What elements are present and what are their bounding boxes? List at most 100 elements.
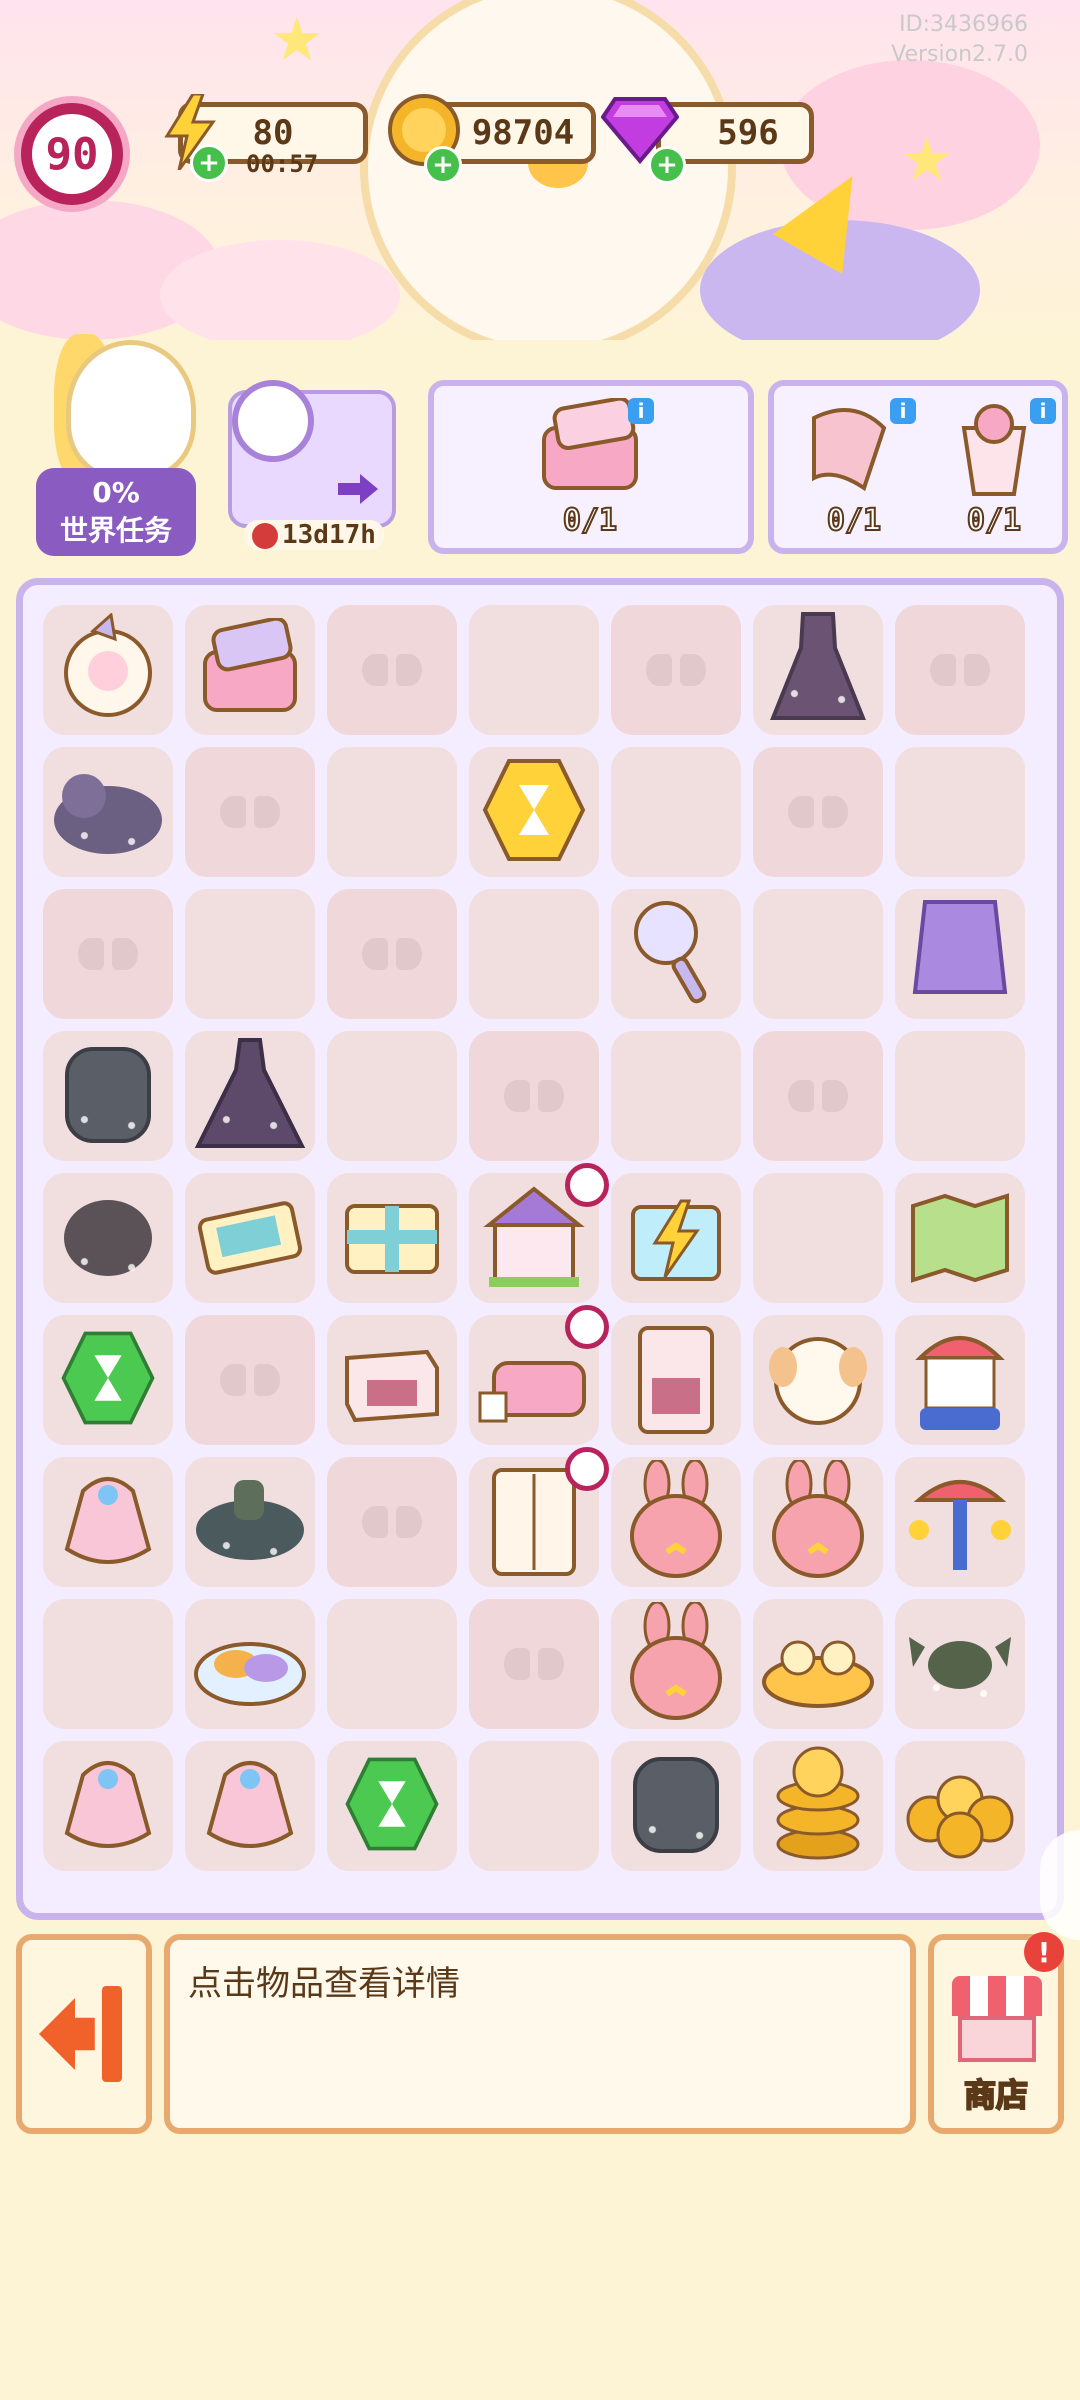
board-cell[interactable] — [185, 1599, 315, 1729]
board-cell[interactable] — [753, 1031, 883, 1161]
hourglass-gold-icon[interactable] — [479, 755, 589, 869]
shop-button[interactable]: 商店 ! — [928, 1932, 1064, 2134]
board-cell[interactable] — [753, 605, 883, 735]
coin-stack-icon[interactable] — [768, 1744, 868, 1868]
board-cell[interactable] — [753, 1741, 883, 1871]
board-cell[interactable] — [469, 1031, 599, 1161]
board-cell[interactable] — [43, 1315, 173, 1445]
board-cell[interactable] — [327, 889, 457, 1019]
exit-button[interactable] — [16, 1934, 152, 2134]
board-cell[interactable] — [753, 1173, 883, 1303]
info-icon[interactable]: i — [890, 398, 916, 424]
energy-gift-icon[interactable] — [621, 1181, 731, 1295]
board-cell[interactable] — [185, 605, 315, 735]
board-cell[interactable] — [895, 605, 1025, 735]
order-item[interactable]: i 0/1 — [530, 396, 654, 539]
board-cell[interactable] — [895, 1457, 1025, 1587]
board-cell[interactable] — [611, 1315, 741, 1445]
board-cell[interactable] — [611, 889, 741, 1019]
board-cell[interactable] — [895, 1599, 1025, 1729]
board-cell[interactable] — [611, 1599, 741, 1729]
board-cell[interactable] — [327, 747, 457, 877]
board-cell[interactable] — [327, 605, 457, 735]
board-cell[interactable] — [469, 1741, 599, 1871]
board-cell[interactable] — [611, 605, 741, 735]
board-cell[interactable] — [185, 1031, 315, 1161]
board-cell[interactable] — [469, 1163, 609, 1303]
swing-ride-icon[interactable] — [905, 1460, 1015, 1584]
board-cell[interactable] — [43, 605, 173, 735]
event-park-button[interactable]: 13d17h — [218, 370, 396, 550]
board-cell[interactable] — [185, 1741, 315, 1871]
order-card[interactable]: i 0/1 i 0/1 — [768, 380, 1068, 554]
info-icon[interactable]: i — [1030, 398, 1056, 424]
ticket-icon[interactable] — [195, 1191, 305, 1285]
order-item[interactable]: i 0/1 — [794, 398, 916, 539]
world-task-button[interactable]: 0% 世界任务 — [36, 334, 196, 556]
board-cell[interactable] — [753, 1457, 883, 1587]
cabinet-icon[interactable] — [626, 1318, 726, 1442]
hand-mirror-icon[interactable] — [626, 897, 726, 1011]
board-cell[interactable] — [611, 1457, 741, 1587]
map-icon[interactable] — [905, 1186, 1015, 1290]
carousel-icon[interactable] — [910, 1318, 1010, 1442]
board-cell[interactable] — [753, 747, 883, 877]
board-cell[interactable] — [185, 1315, 315, 1445]
puppy-plush-icon[interactable] — [763, 1323, 873, 1437]
board-cell[interactable] — [469, 747, 599, 877]
board-cell[interactable] — [753, 1599, 883, 1729]
board-cell[interactable] — [895, 889, 1025, 1019]
board-cell[interactable] — [43, 747, 173, 877]
board-cell[interactable] — [469, 605, 599, 735]
add-energy-button[interactable]: + — [190, 144, 228, 182]
hourglass-green-icon[interactable] — [58, 1328, 158, 1432]
board-cell[interactable] — [185, 747, 315, 877]
board-cell[interactable] — [469, 1447, 609, 1587]
board-cell[interactable] — [753, 1315, 883, 1445]
side-drawer-handle[interactable] — [1040, 1830, 1080, 1940]
board-cell[interactable] — [43, 1599, 173, 1729]
hourglass-green-icon[interactable] — [342, 1754, 442, 1858]
board-cell[interactable] — [611, 1741, 741, 1871]
board-cell[interactable] — [327, 1599, 457, 1729]
board-cell[interactable] — [611, 1031, 741, 1161]
board-cell[interactable] — [895, 747, 1025, 877]
board-cell[interactable] — [43, 1741, 173, 1871]
pink-compact-icon[interactable] — [195, 616, 305, 722]
sheep-plush-icon[interactable] — [53, 612, 163, 727]
board-cell[interactable] — [43, 1031, 173, 1161]
candy-plate-icon[interactable] — [190, 1612, 310, 1716]
order-item[interactable]: i 0/1 — [934, 398, 1056, 539]
board-cell[interactable] — [611, 1173, 741, 1303]
board-cell[interactable] — [327, 1031, 457, 1161]
add-coins-button[interactable]: + — [424, 146, 462, 184]
board-cell[interactable] — [895, 1315, 1025, 1445]
candy-bag-icon[interactable] — [53, 1465, 163, 1579]
board-cell[interactable] — [43, 889, 173, 1019]
coin-pile-icon[interactable] — [900, 1749, 1020, 1863]
bunny-plush-icon[interactable] — [621, 1458, 731, 1584]
board-cell[interactable] — [327, 1457, 457, 1587]
level-badge[interactable]: 90 — [14, 96, 130, 212]
board-cell[interactable] — [185, 889, 315, 1019]
add-gems-button[interactable]: + — [648, 146, 686, 184]
board-cell[interactable] — [469, 1305, 609, 1445]
info-icon[interactable]: i — [628, 398, 654, 424]
gift-box-icon[interactable] — [337, 1186, 447, 1290]
bunny-plush-icon[interactable] — [763, 1458, 873, 1584]
board-cell[interactable] — [185, 1173, 315, 1303]
purple-outfit-icon[interactable] — [905, 892, 1015, 1016]
board-cell[interactable] — [895, 1173, 1025, 1303]
board-cell[interactable] — [895, 1031, 1025, 1161]
board-cell[interactable] — [469, 889, 599, 1019]
candy-bag-icon[interactable] — [195, 1749, 305, 1863]
board-cell[interactable] — [895, 1741, 1025, 1871]
board-cell[interactable] — [327, 1173, 457, 1303]
drawer-icon[interactable] — [337, 1328, 447, 1432]
board-cell[interactable] — [43, 1457, 173, 1587]
bunny-plush-icon[interactable] — [621, 1600, 731, 1726]
board-cell[interactable] — [43, 1173, 173, 1303]
board-cell[interactable] — [327, 1315, 457, 1445]
candy-bag-icon[interactable] — [53, 1749, 163, 1863]
board-cell[interactable] — [327, 1741, 457, 1871]
